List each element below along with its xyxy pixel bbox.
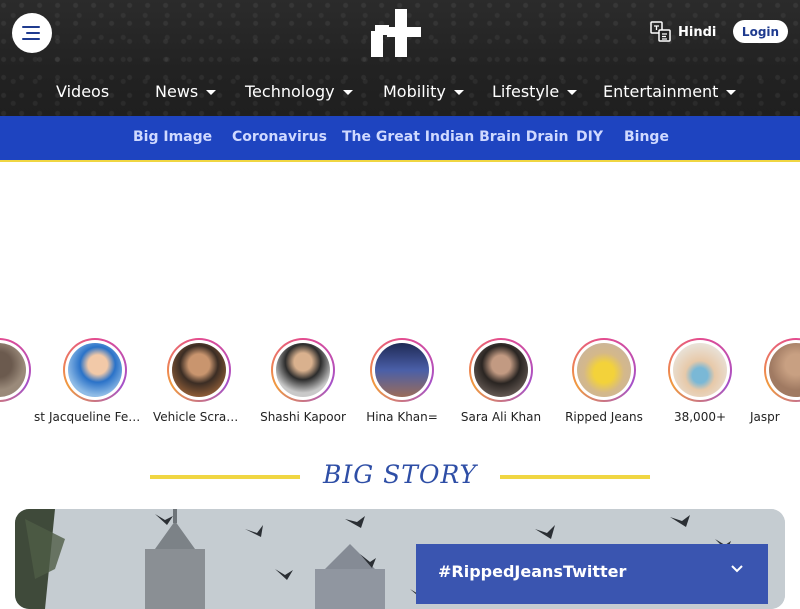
subnav-item-binge[interactable]: Binge xyxy=(624,129,669,145)
story-label: Sara Ali Khan xyxy=(460,410,542,424)
language-label: Hindi xyxy=(678,24,717,40)
story-item[interactable]: Hina Khan= xyxy=(352,338,452,430)
nav-item-label: Videos xyxy=(56,81,110,101)
story-item[interactable]: Ripped Jeans xyxy=(554,338,654,430)
stories-carousel[interactable]: st Jacqueline Fernandez Vehicle Scrappag… xyxy=(0,338,800,430)
heading-divider-left xyxy=(150,475,300,479)
story-thumbnail xyxy=(474,343,528,397)
nav-item-videos[interactable]: Videos xyxy=(56,78,109,104)
story-label: Ripped Jeans xyxy=(565,410,643,424)
chevron-down-icon[interactable] xyxy=(730,562,744,576)
story-item[interactable]: Sara Ali Khan xyxy=(451,338,551,430)
subnav-item-diy[interactable]: DIY xyxy=(576,129,603,145)
nav-item-mobility[interactable]: Mobility xyxy=(383,78,464,104)
caret-down-icon xyxy=(567,89,578,95)
story-label: Vehicle Scrappage xyxy=(153,410,249,424)
story-thumbnail xyxy=(577,343,631,397)
story-item[interactable]: Shashi Kapoor xyxy=(253,338,353,430)
sub-nav: Big Image Coronavirus The Great Indian B… xyxy=(0,116,800,162)
nav-item-entertainment[interactable]: Entertainment xyxy=(603,78,737,104)
hashtag-label: #RippedJeansTwitter xyxy=(438,562,627,581)
site-logo[interactable] xyxy=(371,9,421,57)
story-label: Jaspr xyxy=(750,410,780,424)
story-item[interactable]: 38,000+ xyxy=(650,338,750,430)
caret-down-icon xyxy=(342,89,353,95)
story-thumbnail xyxy=(276,343,330,397)
story-thumbnail xyxy=(172,343,226,397)
heading-divider-right xyxy=(500,475,650,479)
site-header: Hindi Login Videos News Technology Mobil… xyxy=(0,0,800,116)
nav-item-label: Lifestyle xyxy=(492,81,560,101)
main-nav: Videos News Technology Mobility Lifestyl… xyxy=(0,78,800,104)
caret-down-icon xyxy=(726,89,737,95)
nav-item-label: Mobility xyxy=(383,81,446,101)
language-icon xyxy=(650,21,671,42)
menu-button[interactable] xyxy=(12,13,52,53)
section-title: BIG STORY xyxy=(322,460,478,489)
caret-down-icon xyxy=(206,89,217,95)
story-thumbnail xyxy=(0,343,26,397)
story-item[interactable]: Vehicle Scrappage xyxy=(149,338,249,430)
story-thumbnail xyxy=(375,343,429,397)
subnav-item-coronavirus[interactable]: Coronavirus xyxy=(232,129,327,145)
nav-item-label: Entertainment xyxy=(603,81,719,101)
story-thumbnail xyxy=(673,343,727,397)
login-button[interactable]: Login xyxy=(733,20,788,43)
story-thumbnail xyxy=(68,343,122,397)
story-label: Shashi Kapoor xyxy=(260,410,346,424)
story-label: st xyxy=(34,410,45,424)
language-switch[interactable]: Hindi xyxy=(650,20,716,44)
caret-down-icon xyxy=(453,89,464,95)
nav-item-technology[interactable]: Technology xyxy=(245,78,353,104)
big-story-tag[interactable]: #RippedJeansTwitter xyxy=(416,544,768,604)
story-item[interactable]: Jaspr xyxy=(746,338,800,430)
subnav-item-brain-drain[interactable]: The Great Indian Brain Drain xyxy=(342,129,568,145)
story-item[interactable]: st xyxy=(0,338,49,430)
nav-item-label: News xyxy=(155,81,199,101)
big-story-heading: BIG STORY xyxy=(0,460,800,494)
story-item[interactable]: Jacqueline Fernandez xyxy=(45,338,145,430)
nav-item-label: Technology xyxy=(245,81,335,101)
subnav-item-big-image[interactable]: Big Image xyxy=(133,129,212,145)
story-thumbnail xyxy=(769,343,800,397)
menu-icon xyxy=(22,25,42,41)
story-label: 38,000+ xyxy=(673,410,727,424)
story-label: Jacqueline Fernandez xyxy=(49,410,145,424)
nav-item-news[interactable]: News xyxy=(155,78,217,104)
nav-item-lifestyle[interactable]: Lifestyle xyxy=(492,78,578,104)
story-label: Hina Khan= xyxy=(366,410,438,424)
